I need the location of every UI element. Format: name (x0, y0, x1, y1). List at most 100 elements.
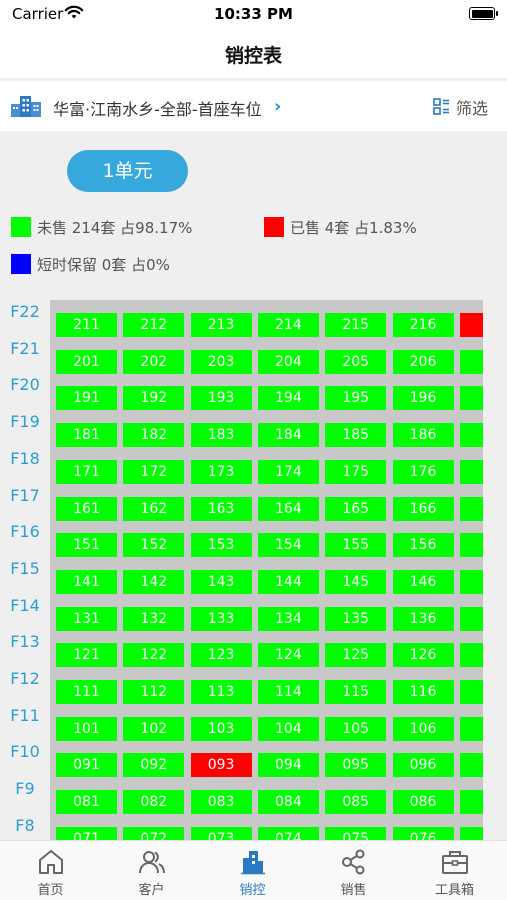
unit-cell[interactable]: 143 (190, 569, 252, 594)
unit-cell[interactable]: 1 (459, 496, 483, 521)
unit-cell[interactable]: 093 (190, 753, 252, 778)
unit-cell[interactable]: 084 (257, 790, 319, 815)
unit-cell[interactable]: 142 (123, 569, 185, 594)
unit-cell[interactable]: 152 (123, 533, 185, 558)
unit-cell[interactable]: 102 (123, 716, 185, 741)
unit-cell[interactable]: 071 (56, 826, 117, 840)
project-selector[interactable]: 华富·江南水乡-全部-首座车位 (53, 96, 262, 120)
unit-cell[interactable]: 183 (190, 423, 252, 448)
chevron-right-icon[interactable]: › (274, 96, 281, 117)
unit-cell[interactable]: 105 (325, 716, 387, 741)
unit-cell[interactable]: 086 (392, 790, 454, 815)
tab-customers[interactable]: 客户 (101, 841, 202, 900)
unit-cell[interactable]: 2 (459, 349, 483, 374)
unit-cell[interactable]: 091 (56, 753, 117, 778)
unit-cell[interactable]: 113 (190, 680, 252, 704)
unit-cell[interactable]: 124 (257, 643, 319, 668)
unit-cell[interactable]: 136 (392, 606, 454, 631)
unit-cell[interactable]: 094 (257, 753, 319, 778)
unit-cell[interactable]: 215 (325, 313, 387, 337)
unit-cell[interactable]: 193 (190, 386, 252, 411)
unit-cell[interactable]: 195 (325, 386, 387, 411)
unit-cell[interactable]: 204 (257, 349, 319, 374)
unit-cell[interactable]: 083 (190, 790, 252, 815)
unit-cell[interactable]: 163 (190, 496, 252, 521)
unit-cell[interactable]: 203 (190, 349, 252, 374)
unit-cell[interactable]: 184 (257, 423, 319, 448)
unit-cell[interactable]: 145 (325, 569, 387, 594)
unit-cell[interactable]: 213 (190, 313, 252, 337)
unit-cell[interactable]: 202 (123, 349, 185, 374)
unit-cell[interactable]: 076 (392, 826, 454, 840)
unit-cell[interactable]: 135 (325, 606, 387, 631)
unit-cell[interactable]: 1 (459, 386, 483, 411)
unit-cell[interactable]: 112 (123, 680, 185, 704)
unit-cell[interactable]: 081 (56, 790, 117, 815)
unit-cell[interactable]: 196 (392, 386, 454, 411)
unit-cell[interactable]: 174 (257, 459, 319, 484)
unit-cell[interactable]: 171 (56, 459, 117, 484)
unit-cell[interactable]: 211 (56, 313, 117, 337)
unit-cell[interactable]: 125 (325, 643, 387, 668)
unit-cell[interactable]: 175 (325, 459, 387, 484)
unit-cell[interactable]: 156 (392, 533, 454, 558)
unit-cell[interactable]: 0 (459, 826, 483, 840)
unit-cell[interactable]: 1 (459, 569, 483, 594)
unit-cell[interactable]: 106 (392, 716, 454, 741)
tab-home[interactable]: 首页 (0, 841, 101, 900)
unit-cell[interactable]: 115 (325, 680, 387, 704)
unit-cell[interactable]: 1 (459, 423, 483, 448)
unit-cell[interactable]: 075 (325, 826, 387, 840)
unit-cell[interactable]: 103 (190, 716, 252, 741)
unit-cell[interactable]: 206 (392, 349, 454, 374)
unit-cell[interactable]: 101 (56, 716, 117, 741)
tab-toolbox[interactable]: 工具箱 (404, 841, 505, 900)
unit-cell[interactable]: 123 (190, 643, 252, 668)
unit-cell[interactable]: 0 (459, 753, 483, 778)
unit-cell[interactable]: 146 (392, 569, 454, 594)
unit-cell[interactable]: 155 (325, 533, 387, 558)
unit-cell[interactable]: 154 (257, 533, 319, 558)
unit-cell[interactable]: 165 (325, 496, 387, 521)
unit-cell[interactable]: 092 (123, 753, 185, 778)
unit-cell[interactable]: 153 (190, 533, 252, 558)
unit-cell[interactable]: 082 (123, 790, 185, 815)
unit-cell[interactable]: 1 (459, 716, 483, 741)
unit-cell[interactable]: 104 (257, 716, 319, 741)
unit-cell[interactable]: 182 (123, 423, 185, 448)
unit-cell[interactable]: 166 (392, 496, 454, 521)
unit-cell[interactable]: 216 (392, 313, 454, 337)
unit-cell[interactable]: 1 (459, 606, 483, 631)
unit-cell[interactable]: 173 (190, 459, 252, 484)
unit-cell[interactable]: 205 (325, 349, 387, 374)
unit-cell[interactable]: 096 (392, 753, 454, 778)
unit-cell[interactable]: 185 (325, 423, 387, 448)
unit-cell[interactable]: 141 (56, 569, 117, 594)
unit-cell[interactable]: 133 (190, 606, 252, 631)
unit-cell[interactable]: 095 (325, 753, 387, 778)
unit-cell[interactable]: 176 (392, 459, 454, 484)
unit-cell[interactable]: 072 (123, 826, 185, 840)
unit-cell[interactable]: 134 (257, 606, 319, 631)
unit-cell[interactable]: 186 (392, 423, 454, 448)
unit-cell[interactable]: 0 (459, 790, 483, 815)
unit-cell[interactable]: 1 (459, 643, 483, 668)
unit-grid[interactable]: 2112122132142152162201202203204205206219… (50, 300, 483, 840)
unit-cell[interactable]: 164 (257, 496, 319, 521)
unit-cell[interactable]: 131 (56, 606, 117, 631)
tab-sales[interactable]: 销售 (303, 841, 404, 900)
unit-cell[interactable]: 116 (392, 680, 454, 704)
unit-cell[interactable]: 212 (123, 313, 185, 337)
unit-cell[interactable]: 1 (459, 533, 483, 558)
unit-cell[interactable]: 1 (459, 680, 483, 704)
unit-cell[interactable]: 2 (459, 313, 483, 337)
unit-cell[interactable]: 194 (257, 386, 319, 411)
unit-cell[interactable]: 085 (325, 790, 387, 815)
unit-cell[interactable]: 111 (56, 680, 117, 704)
unit-cell[interactable]: 073 (190, 826, 252, 840)
unit-cell[interactable]: 162 (123, 496, 185, 521)
unit-cell[interactable]: 114 (257, 680, 319, 704)
unit-cell[interactable]: 074 (257, 826, 319, 840)
unit-cell[interactable]: 122 (123, 643, 185, 668)
unit-cell[interactable]: 161 (56, 496, 117, 521)
